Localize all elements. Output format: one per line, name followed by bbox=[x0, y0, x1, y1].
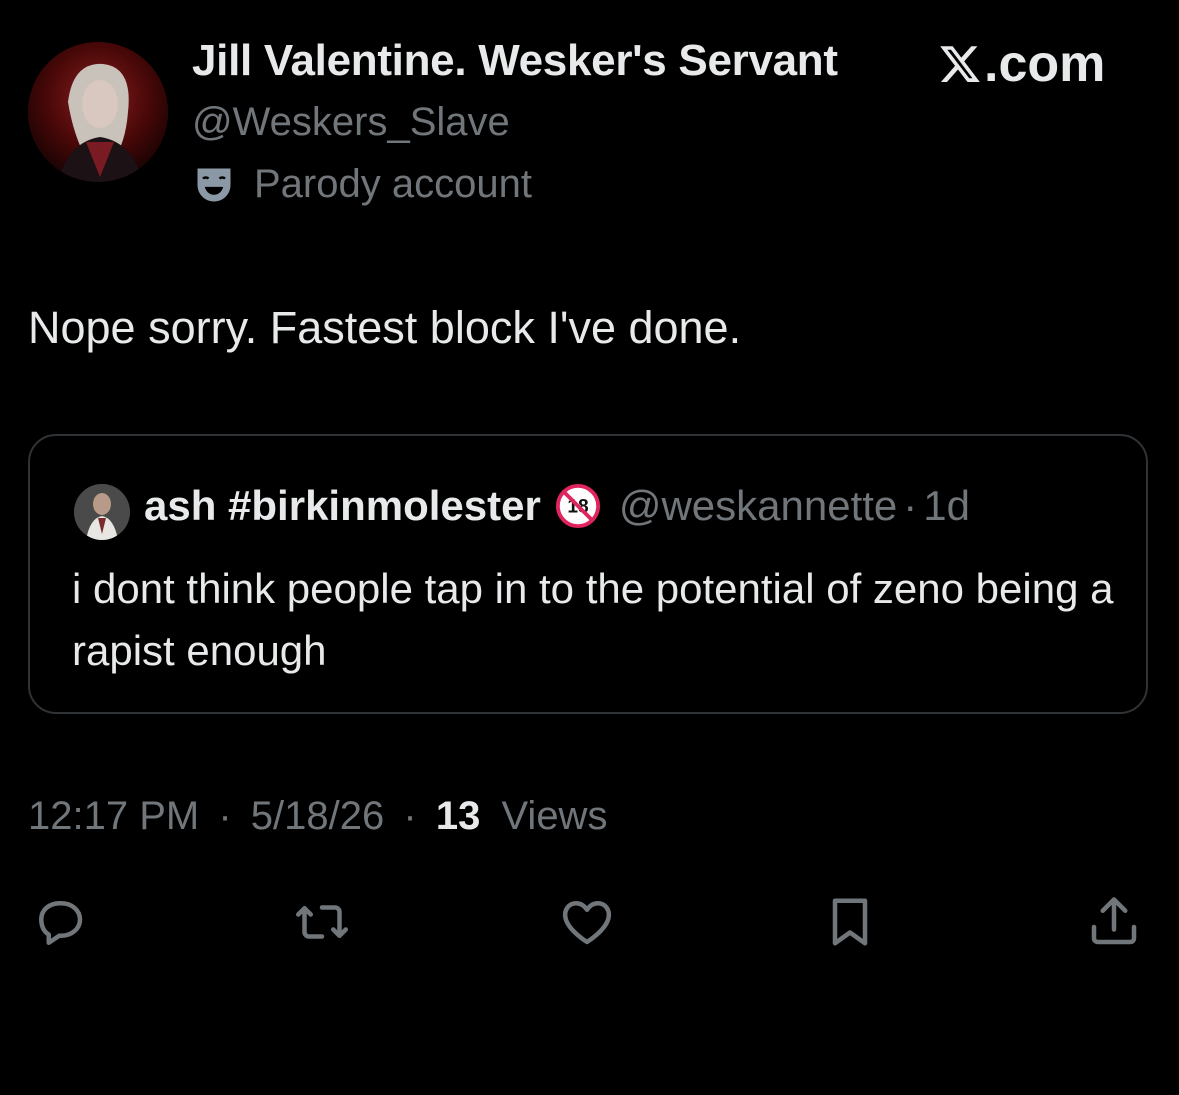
profile-avatar[interactable] bbox=[28, 42, 168, 182]
share-icon bbox=[1091, 897, 1137, 945]
brand-watermark: .com bbox=[938, 34, 1105, 94]
bookmark-button[interactable] bbox=[818, 890, 882, 954]
quoted-header: ash #birkinmolester 18 @weskannette · 1d bbox=[144, 482, 970, 530]
quoted-handle[interactable]: @weskannette bbox=[619, 482, 897, 530]
views-label: Views bbox=[501, 794, 608, 838]
tweet-meta: 12:17 PM · 5/18/26 · 13 Views bbox=[28, 794, 607, 839]
like-button[interactable] bbox=[555, 890, 619, 954]
theater-mask-icon bbox=[197, 168, 231, 201]
tweet-detail-page: Jill Valentine. Wesker's Servant .com @W… bbox=[0, 0, 1179, 1095]
meta-separator: · bbox=[218, 794, 232, 838]
views-count: 13 bbox=[435, 794, 481, 838]
bookmark-icon bbox=[832, 898, 868, 946]
quoted-tweet-card[interactable]: ash #birkinmolester 18 @weskannette · 1d… bbox=[28, 434, 1148, 714]
action-bar bbox=[0, 890, 1179, 960]
author-handle[interactable]: @Weskers_Slave bbox=[192, 100, 510, 145]
share-button[interactable] bbox=[1082, 890, 1146, 954]
brand-text: .com bbox=[984, 35, 1106, 93]
no-under-18-icon: 18 bbox=[555, 483, 600, 529]
repost-button[interactable] bbox=[290, 890, 354, 954]
parody-label-text: Parody account bbox=[254, 162, 532, 206]
author-display-name[interactable]: Jill Valentine. Wesker's Servant bbox=[192, 36, 838, 86]
quoted-avatar-image bbox=[74, 484, 130, 540]
reply-button[interactable] bbox=[28, 890, 92, 954]
tweet-time[interactable]: 12:17 PM bbox=[28, 794, 199, 838]
x-logo-icon bbox=[940, 46, 980, 82]
meta-separator: · bbox=[403, 794, 417, 838]
quoted-time[interactable]: 1d bbox=[923, 482, 970, 530]
tweet-date[interactable]: 5/18/26 bbox=[251, 794, 384, 838]
reply-icon bbox=[39, 901, 83, 945]
repost-icon bbox=[296, 905, 348, 939]
parody-label: Parody account bbox=[192, 162, 532, 207]
avatar-image bbox=[28, 42, 168, 182]
quoted-avatar[interactable] bbox=[74, 484, 130, 540]
quoted-text: i dont think people tap in to the potent… bbox=[72, 565, 1114, 674]
tweet-text: Nope sorry. Fastest block I've done. bbox=[28, 302, 742, 353]
like-icon bbox=[562, 901, 612, 945]
quoted-separator: · bbox=[903, 482, 918, 529]
quoted-display-name[interactable]: ash #birkinmolester bbox=[144, 482, 541, 530]
